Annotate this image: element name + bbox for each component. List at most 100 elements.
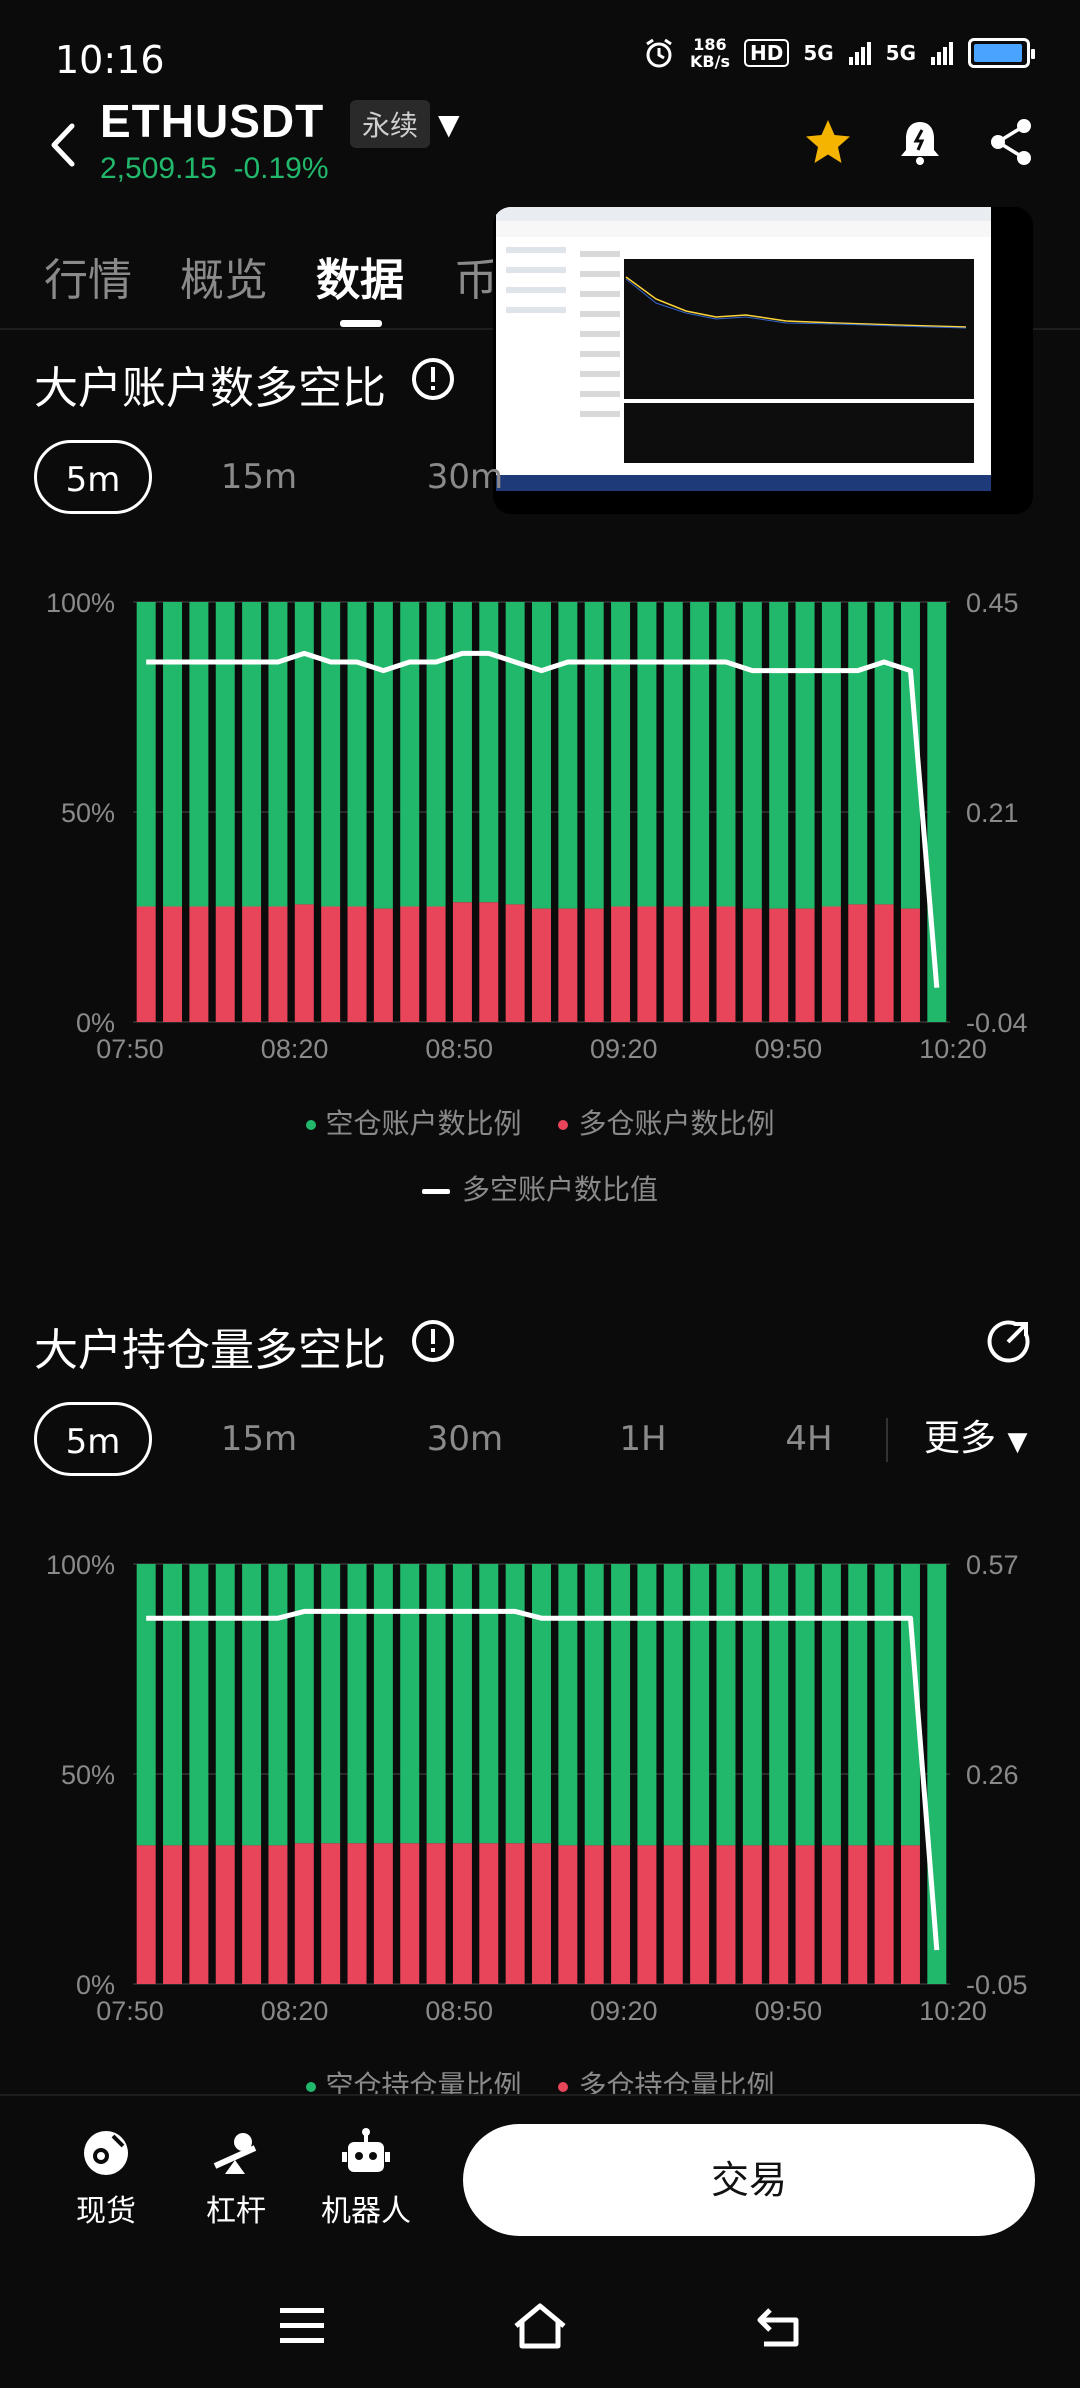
bar-long [136,1845,156,1984]
bar-long [452,902,472,1022]
bar-long [900,1845,920,1984]
x-tick: 09:20 [590,1996,658,2022]
y-right-tick: 0.45 [966,588,1019,618]
bar-short [294,1564,314,1844]
interval-5m[interactable]: 5m [34,440,152,514]
bar-short [742,1564,762,1846]
bar-short [215,1564,235,1846]
spot-icon [84,2131,128,2175]
bar-short [373,1564,393,1844]
external-link-icon[interactable] [986,1318,1032,1364]
bar-long [848,1845,868,1984]
bar-short [821,602,841,907]
tab-coin[interactable]: 币 [454,244,498,308]
bar-short [347,602,367,907]
bar-short [321,1564,341,1844]
interval-30m[interactable]: 30m [420,440,510,514]
contract-dropdown-caret-icon[interactable]: ▼ [438,108,460,141]
favorite-star-icon[interactable] [800,114,856,170]
section2-chart: 100%50%0%0.570.26-0.0507:50 08:20 08:50 09:… [46,1550,1028,2022]
bar-short [136,1564,156,1846]
bar-long [532,1843,551,1984]
section1-chart: 100%50%0%0.450.21-0.0407:50 08:20 08:50 09:… [46,588,1028,1060]
share-icon[interactable] [984,114,1040,170]
interval-5m[interactable]: 5m [34,1402,152,1476]
bar-long [874,904,894,1022]
bar-long [294,1843,314,1984]
info-icon[interactable] [410,1318,456,1364]
bar-short [558,602,578,909]
interval-30m[interactable]: 30m [420,1402,510,1476]
bar-short [242,1564,262,1846]
bar-short [637,1564,657,1846]
info-icon[interactable] [410,356,456,402]
bar-short [479,1564,499,1844]
tab-data[interactable]: 数据 [316,244,404,308]
hd-badge: HD [743,39,790,67]
interval-4h[interactable]: 4H [774,1402,844,1476]
bar-short [400,602,420,907]
x-tick: 10:20 [919,1034,987,1060]
bot-nav-button[interactable]: 机器人 [306,2126,426,2230]
battery-level [974,44,1022,62]
bar-long [321,1843,341,1984]
bar-long [795,908,815,1022]
bar-short [821,1564,841,1846]
bar-short [584,1564,604,1846]
more-intervals-dropdown[interactable]: 更多 ▼ [924,1402,1027,1476]
signal-bars-icon [848,42,871,65]
back-arrow-icon[interactable] [44,120,84,170]
section1-title: 大户账户数多空比 [34,363,386,414]
tab-overview[interactable]: 概览 [180,244,268,308]
tab-market[interactable]: 行情 [44,244,132,308]
trade-button[interactable]: 交易 [463,2124,1035,2236]
y-left-tick: 100% [46,1550,115,1580]
bar-long [584,1845,604,1984]
spot-label: 现货 [76,2194,136,2229]
bar-long [848,904,868,1022]
net-speed: 186 KB/s [690,35,730,71]
price-alert-bell-icon[interactable] [892,114,948,170]
bar-short [874,602,894,905]
bar-short [426,1564,446,1844]
interval-15m[interactable]: 15m [214,440,304,514]
bar-long [900,908,920,1022]
bar-long [874,1845,894,1984]
symbol-title[interactable]: ETHUSDT [100,94,324,148]
section1-legend-row2: 多空账户数比值 [0,1168,1080,1208]
margin-nav-button[interactable]: 杠杆 [176,2126,296,2230]
legend-red-dot [558,1120,569,1130]
battery-icon [968,38,1035,68]
bar-short [163,602,183,907]
bar-long [479,1843,499,1984]
back-nav-icon[interactable] [750,2296,810,2356]
contract-type-badge[interactable]: 永续 [350,100,431,148]
bar-short [848,602,868,905]
bar-long [505,904,525,1022]
interval-15m[interactable]: 15m [214,1402,304,1476]
menu-nav-icon[interactable] [272,2296,332,2356]
signal-5g-2: 5G [885,41,916,65]
interval-1h[interactable]: 1H [608,1402,678,1476]
section1-legend-row1: 空仓账户数比例 多仓账户数比例 [0,1102,1080,1142]
x-tick: 10:20 [919,1996,987,2022]
home-nav-icon[interactable] [510,2296,570,2356]
spot-nav-button[interactable]: 现货 [46,2126,166,2230]
x-tick: 08:50 [425,1996,493,2022]
bar-short [690,1564,710,1846]
interval-divider [886,1418,888,1462]
bar-long [242,1845,262,1984]
bar-short [268,1564,288,1846]
bar-short [769,1564,789,1846]
legend-green-dot [305,1120,316,1130]
bar-short [215,602,235,907]
bar-long [611,1845,631,1984]
y-left-tick: 100% [46,588,115,618]
bar-short [663,602,683,907]
x-tick: 08:20 [261,1034,329,1060]
header: ETHUSDT 永续 ▼ 2,509.15 -0.19% [0,90,1080,200]
section2-interval-selector: 5m 15m 30m 1H 4H 更多 ▼ [34,1402,1054,1476]
bar-short [505,1564,525,1844]
bar-long [163,1845,183,1984]
bar-long [215,1845,235,1984]
